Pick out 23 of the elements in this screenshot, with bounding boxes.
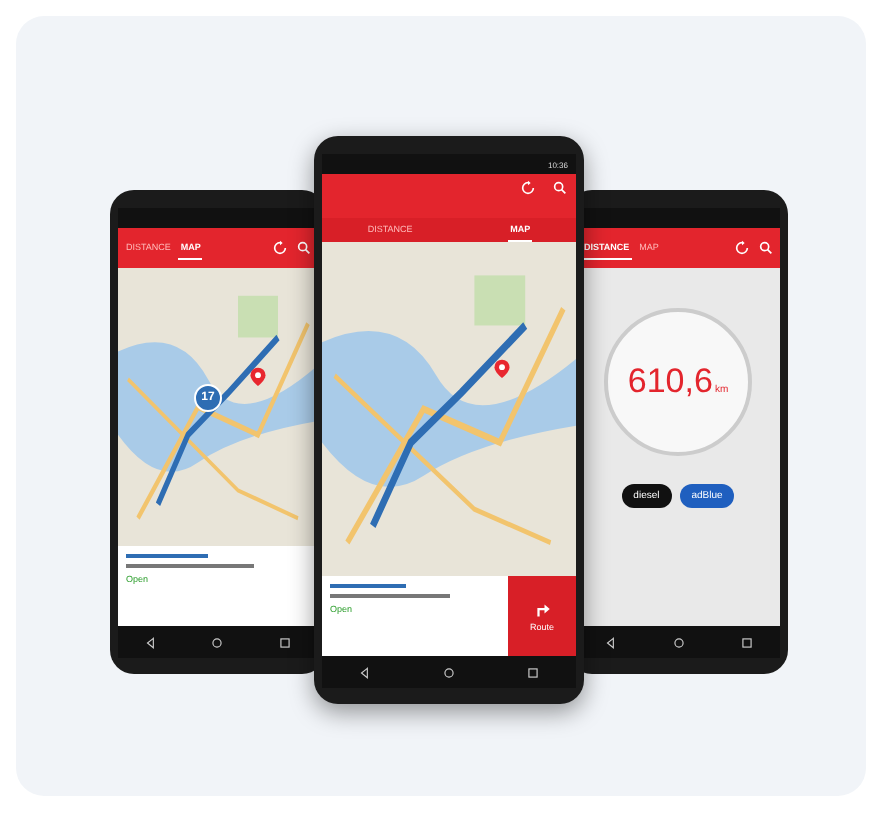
pin-icon — [492, 358, 513, 379]
refresh-icon[interactable] — [272, 240, 288, 256]
title-line — [330, 584, 407, 588]
overview-icon[interactable] — [277, 635, 292, 649]
back-icon[interactable] — [603, 635, 617, 649]
home-icon[interactable] — [671, 635, 685, 649]
pin-icon — [248, 365, 268, 386]
title-line — [126, 554, 209, 558]
back-icon[interactable] — [357, 665, 372, 679]
home-icon[interactable] — [441, 665, 456, 679]
refresh-icon[interactable] — [734, 240, 750, 256]
search-icon[interactable] — [296, 240, 312, 256]
address-line — [126, 564, 255, 568]
home-icon[interactable] — [210, 635, 225, 649]
overview-icon[interactable] — [739, 635, 753, 649]
refresh-icon[interactable] — [520, 180, 536, 196]
back-icon[interactable] — [144, 635, 159, 649]
overview-icon[interactable] — [526, 665, 541, 679]
search-icon[interactable] — [758, 240, 774, 256]
distance-value: 610,6 — [627, 362, 713, 402]
turn-arrow-icon[interactable] — [533, 600, 551, 618]
search-icon[interactable] — [552, 180, 568, 196]
address-line — [330, 594, 449, 598]
